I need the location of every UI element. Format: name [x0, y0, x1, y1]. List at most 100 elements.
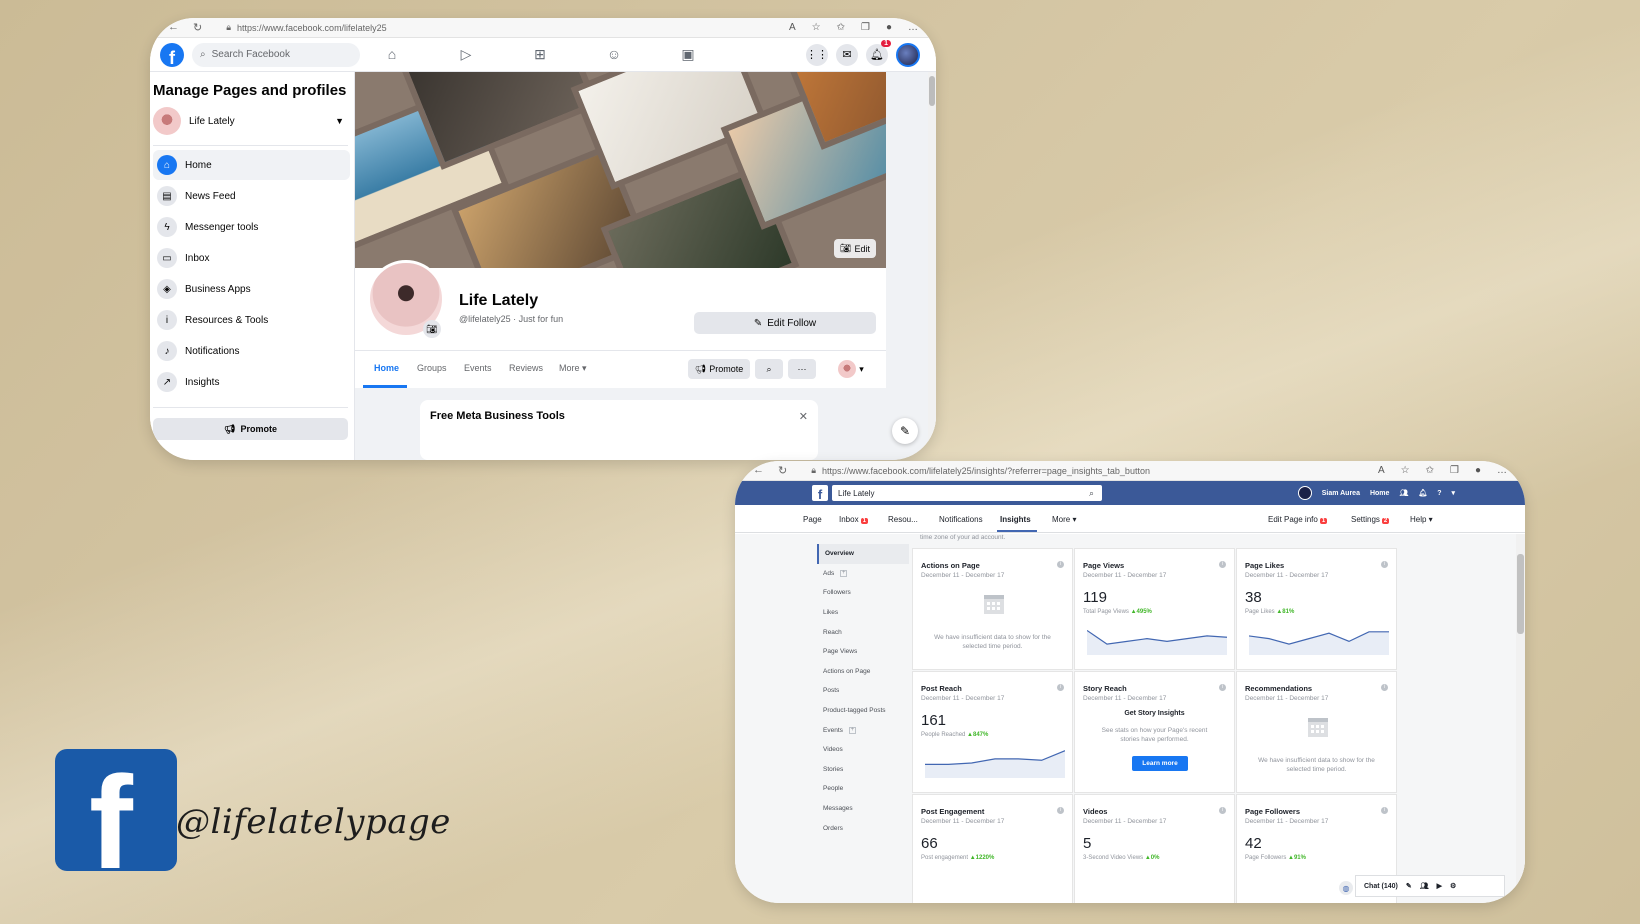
gaming-nav-icon[interactable]: ▣ [676, 46, 700, 63]
tile-page-likes[interactable]: Page Likes December 11 - December 17 i 3… [1236, 548, 1397, 670]
tab-notifications[interactable]: Notifications [939, 515, 983, 524]
tab-more[interactable]: More ▾ [1052, 515, 1076, 524]
help-icon[interactable]: ? [1437, 490, 1441, 497]
chat-bar[interactable]: Chat (140) ✎ 👥︎ ▶ ⚙ [1355, 875, 1505, 897]
globe-icon[interactable]: ◍ [1339, 881, 1353, 895]
watch-nav-icon[interactable]: ▷ [454, 46, 478, 63]
menu-grid-icon[interactable]: ⋮⋮ [806, 43, 828, 66]
nav-orders[interactable]: Orders [817, 818, 909, 838]
video-icon[interactable]: ▶ [1437, 882, 1442, 890]
sidebar-item-messenger-tools[interactable]: ϟ Messenger tools [153, 212, 350, 242]
help-link[interactable]: Help ▾ [1410, 515, 1433, 524]
sidebar-item-resources-tools[interactable]: i Resources & Tools [153, 305, 350, 335]
back-icon[interactable]: ← [168, 21, 179, 34]
info-icon[interactable]: i [1381, 807, 1388, 814]
favorite-add-icon[interactable]: ☆ [1401, 465, 1410, 476]
read-aloud-icon[interactable]: A [1378, 465, 1385, 476]
info-icon[interactable]: i [1381, 684, 1388, 691]
scrollbar[interactable] [928, 72, 936, 460]
favorites-icon[interactable]: ✩ [1426, 465, 1434, 476]
info-icon[interactable]: i [1057, 807, 1064, 814]
people-icon[interactable]: 👥︎ [1420, 882, 1429, 890]
info-icon[interactable]: i [1219, 561, 1226, 568]
tab-inbox[interactable]: Inbox 1 [839, 515, 868, 524]
tile-story-reach[interactable]: Story Reach December 11 - December 17 i … [1074, 671, 1235, 793]
nav-actions-on-page[interactable]: Actions on Page [817, 662, 909, 682]
friends-icon[interactable]: 👥︎ [1399, 489, 1408, 497]
profile-switcher-button[interactable]: ▾ [833, 359, 869, 379]
nav-posts[interactable]: Posts [817, 681, 909, 701]
info-icon[interactable]: i [1219, 684, 1226, 691]
scrollbar-thumb[interactable] [929, 76, 935, 106]
tile-videos[interactable]: Videos December 11 - December 17 i 5 3-S… [1074, 794, 1235, 903]
compose-icon[interactable]: ✎ [892, 418, 918, 444]
nav-people[interactable]: People [817, 779, 909, 799]
more-options-button[interactable]: ··· [788, 359, 816, 379]
tile-actions-on-page[interactable]: Actions on Page December 11 - December 1… [912, 548, 1073, 670]
tab-events[interactable]: Events [464, 363, 492, 373]
profile-icon[interactable]: ● [1475, 465, 1481, 476]
groups-nav-icon[interactable]: ☺ [602, 46, 626, 63]
sidebar-item-inbox[interactable]: ▭ Inbox [153, 243, 350, 273]
nav-ads[interactable]: Ads + [817, 564, 909, 584]
nav-overview[interactable]: Overview [817, 544, 909, 564]
info-icon[interactable]: i [1381, 561, 1388, 568]
nav-videos[interactable]: Videos [817, 740, 909, 760]
nav-reach[interactable]: Reach [817, 622, 909, 642]
gear-icon[interactable]: ⚙ [1450, 882, 1456, 890]
menu-icon[interactable]: … [1497, 465, 1507, 476]
back-icon[interactable]: ← [753, 464, 764, 477]
tab-reviews[interactable]: Reviews [509, 363, 543, 373]
home-nav-icon[interactable]: ⌂ [380, 46, 404, 63]
search-icon[interactable]: ⌕ [1089, 488, 1094, 499]
info-icon[interactable]: i [1057, 684, 1064, 691]
profile-icon[interactable]: ● [886, 22, 892, 33]
tile-post-engagement[interactable]: Post Engagement December 11 - December 1… [912, 794, 1073, 903]
info-icon[interactable]: i [1219, 807, 1226, 814]
bell-icon[interactable]: 🔔︎ [1418, 489, 1427, 497]
caret-down-icon[interactable]: ▾ [1451, 489, 1455, 497]
facebook-logo-icon[interactable]: f [812, 485, 828, 501]
scrollbar[interactable] [1516, 534, 1525, 903]
read-aloud-icon[interactable]: A [789, 22, 796, 33]
tile-recommendations[interactable]: Recommendations December 11 - December 1… [1236, 671, 1397, 793]
favorites-icon[interactable]: ✩ [837, 22, 845, 33]
camera-icon[interactable]: 📷︎ [423, 320, 441, 338]
tab-resources[interactable]: Resou... [888, 515, 918, 524]
nav-stories[interactable]: Stories [817, 760, 909, 780]
menu-icon[interactable]: … [908, 22, 918, 33]
sidebar-item-notifications[interactable]: ♪ Notifications [153, 336, 350, 366]
tab-home[interactable]: Home [374, 363, 399, 373]
nav-product-tagged-posts[interactable]: Product-tagged Posts [817, 701, 909, 721]
reload-icon[interactable]: ↻ [778, 464, 787, 477]
info-icon[interactable]: i [1057, 561, 1064, 568]
address-bar[interactable]: 🔒︎ https://www.facebook.com/lifelately25 [226, 22, 386, 33]
sidebar-promote-button[interactable]: 📢︎ Promote [153, 418, 348, 440]
tab-more[interactable]: More ▾ [559, 363, 587, 374]
tile-page-views[interactable]: Page Views December 11 - December 17 i 1… [1074, 548, 1235, 670]
address-bar[interactable]: 🔒︎ https://www.facebook.com/lifelately25… [811, 465, 1150, 476]
learn-more-button[interactable]: Learn more [1132, 756, 1188, 771]
page-switcher[interactable]: Life Lately ▼ [153, 107, 354, 135]
settings-link[interactable]: Settings 2 [1351, 515, 1390, 524]
close-icon[interactable]: ✕ [799, 410, 808, 423]
marketplace-nav-icon[interactable]: ⊞ [528, 46, 552, 63]
reload-icon[interactable]: ↻ [193, 21, 202, 34]
notifications-bell-icon[interactable]: 🔔︎ 1 [866, 39, 891, 66]
home-link[interactable]: Home [1370, 490, 1389, 497]
sidebar-item-home[interactable]: ⌂ Home [153, 150, 350, 180]
search-input[interactable]: ⌕ Search Facebook [192, 42, 360, 67]
nav-messages[interactable]: Messages [817, 799, 909, 819]
edit-cover-button[interactable]: 📷︎ Edit [834, 239, 876, 258]
messenger-icon[interactable]: ✉ [836, 43, 858, 66]
promote-button[interactable]: 📢︎ Promote [688, 359, 750, 379]
sidebar-item-insights[interactable]: ↗ Insights [153, 367, 350, 397]
tile-post-reach[interactable]: Post Reach December 11 - December 17 i 1… [912, 671, 1073, 793]
nav-page-views[interactable]: Page Views [817, 642, 909, 662]
favorite-add-icon[interactable]: ☆ [812, 22, 821, 33]
edit-page-info-link[interactable]: Edit Page info 1 [1268, 515, 1328, 524]
sidebar-item-business-apps[interactable]: ◈ Business Apps [153, 274, 350, 304]
facebook-logo-icon[interactable]: f [160, 42, 184, 67]
collections-icon[interactable]: ❐ [1450, 465, 1459, 476]
collections-icon[interactable]: ❐ [861, 22, 870, 33]
